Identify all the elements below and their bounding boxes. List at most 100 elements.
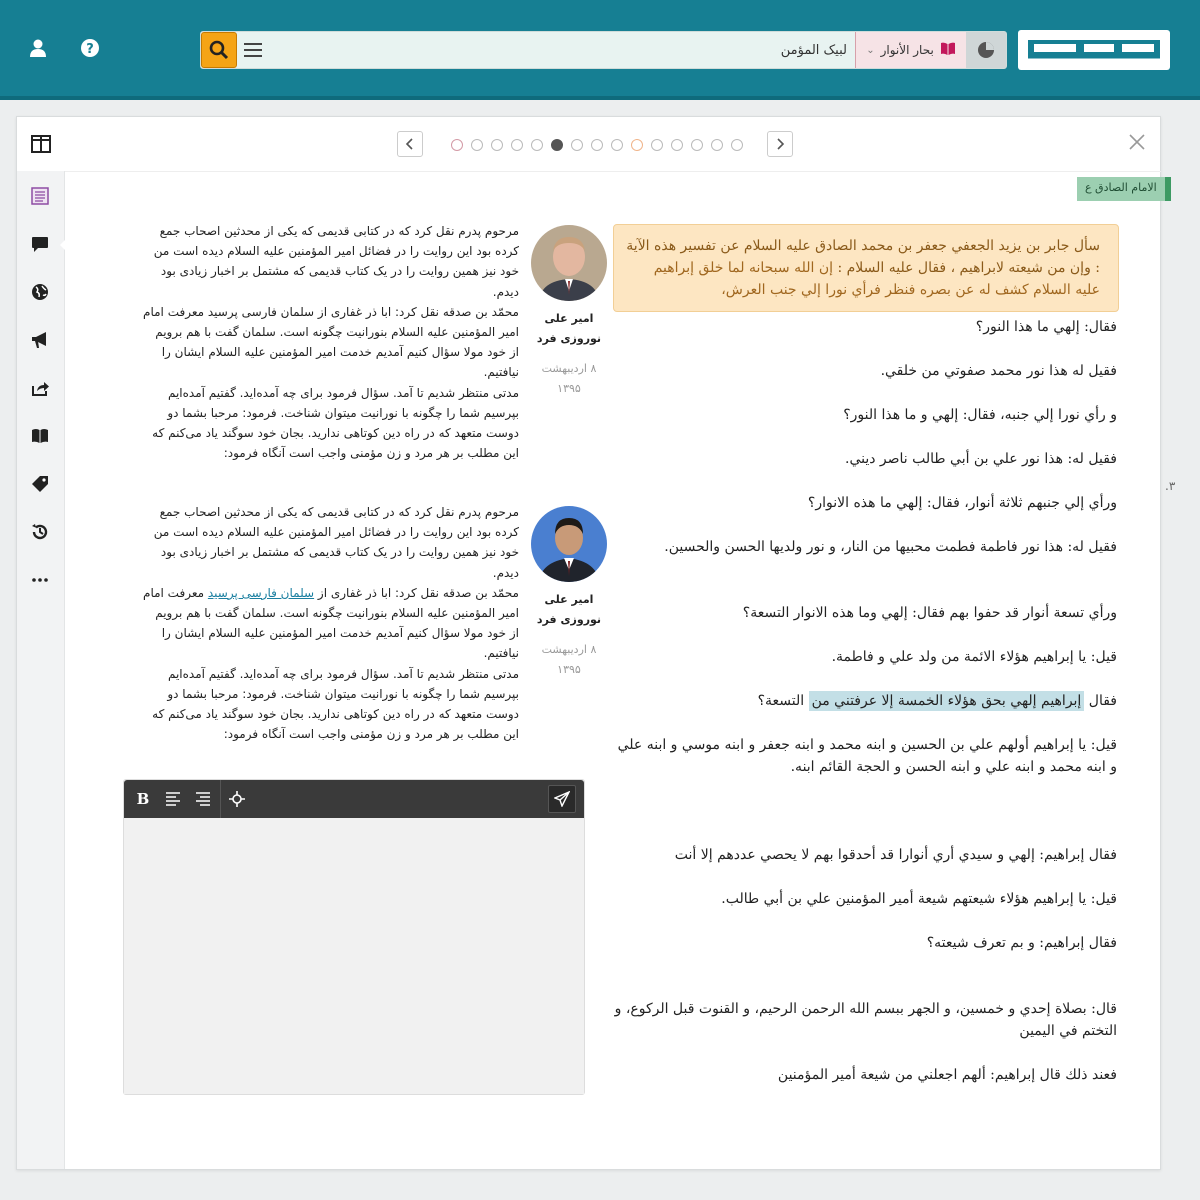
page-dot[interactable] <box>651 139 663 151</box>
tag-icon[interactable] <box>29 473 51 495</box>
page-dot[interactable] <box>711 139 723 151</box>
comment-paragraph: مدتی منتظر شدیم تا آمد. سؤال فرمود برای … <box>152 666 519 742</box>
hadith-line: قيل: يا إبراهيم هؤلاء الائمة من ولد علي … <box>831 649 1117 665</box>
align-right-icon <box>196 792 210 806</box>
hadith-line-start: فقال <box>1084 693 1117 709</box>
megaphone-icon[interactable] <box>29 329 51 351</box>
history-icon[interactable] <box>29 521 51 543</box>
comment-input[interactable] <box>124 818 584 1094</box>
hadith-line: فقيل له: هذا نور علي بن أبي طالب ناصر دي… <box>845 451 1117 467</box>
hadith-line: فقيل له: هذا نور فاطمة فطمت محبيها من ال… <box>664 539 1117 555</box>
hadith-line: ورأي تسعة أنوار قد حفوا بهم فقال: إلهي و… <box>742 605 1117 621</box>
comment-paragraph: مرحوم پدرم نقل کرد که در کتابی قدیمی که … <box>153 224 519 299</box>
comment: امیر علی نوروزی فرد ۸ اردیبهشت ۱۳۹۵ مرحو… <box>123 224 607 475</box>
highlighted-text[interactable]: إبراهيم إلهي بحق هؤلاء الخمسة إلا عرفتني… <box>808 691 1085 711</box>
chevron-right-icon <box>777 138 785 150</box>
hadith-line: فعند ذلك قال إبراهيم: ألهم اجعلني من شيع… <box>777 1067 1117 1083</box>
close-button[interactable] <box>1128 133 1148 153</box>
book-select-label: بحار الأنوار <box>880 43 934 57</box>
comment-date: ۸ اردیبهشت ۱۳۹۵ <box>541 362 597 395</box>
globe-icon[interactable] <box>29 281 51 303</box>
comment-text: محمّد بن صدقه نقل کرد: ابا ذر غفاری از <box>314 585 519 600</box>
page-dot[interactable] <box>731 139 743 151</box>
page-dot[interactable] <box>491 139 503 151</box>
pager <box>397 131 797 159</box>
comment-editor: B <box>123 779 585 1095</box>
sidebar <box>17 117 67 1169</box>
send-icon <box>554 791 570 807</box>
comment-author[interactable]: امیر علی نوروزی فرد <box>531 309 607 349</box>
comment-date: ۸ اردیبهشت ۱۳۹۵ <box>541 643 597 676</box>
page-dot[interactable] <box>691 139 703 151</box>
editor-toolbar: B <box>124 780 584 818</box>
align-right-button[interactable] <box>192 788 214 810</box>
hadith-line: ورأي إلي جنبهم ثلاثة أنوار، فقال: إلهي م… <box>807 495 1117 511</box>
page-dot[interactable] <box>451 139 463 151</box>
site-logo[interactable] <box>1018 30 1170 70</box>
book-select[interactable]: بحار الأنوار ⌄ <box>855 32 967 68</box>
content-panel: الامام الصادق ع سأل جابر بن يزيد الجعفي … <box>16 116 1175 1170</box>
hadith-intro: سأل جابر بن يزيد الجعفي جعفر بن محمد الص… <box>613 224 1119 312</box>
page-dot[interactable] <box>511 139 523 151</box>
comment-body: مرحوم پدرم نقل کرد که در کتابی قدیمی که … <box>143 221 519 463</box>
send-button[interactable] <box>548 785 576 813</box>
svg-text:?: ? <box>86 42 94 57</box>
layout-toggle-button[interactable] <box>17 117 65 171</box>
book-open-icon[interactable] <box>29 425 51 447</box>
insert-ref-button[interactable] <box>226 788 248 810</box>
narrator-tag[interactable]: الامام الصادق ع <box>1077 177 1171 201</box>
page-dot[interactable] <box>471 139 483 151</box>
toolbar-separator <box>220 780 221 818</box>
divider <box>65 171 1161 172</box>
menu-icon <box>244 43 262 57</box>
sidebar-active-pointer <box>60 238 67 252</box>
close-icon <box>1129 134 1145 150</box>
hadith-line-highlighted: فقال إبراهيم إلهي بحق هؤلاء الخمسة إلا ع… <box>613 690 1119 712</box>
hadith-line: قيل: يا إبراهيم أولهم علي بن الحسين و اب… <box>617 737 1117 775</box>
search-bar: بحار الأنوار ⌄ <box>200 31 1007 69</box>
comment-icon[interactable] <box>29 233 51 255</box>
chevron-left-icon <box>405 138 413 150</box>
user-icon[interactable] <box>28 38 50 60</box>
stats-button[interactable] <box>966 32 1006 68</box>
chevron-down-icon: ⌄ <box>866 44 875 56</box>
comment-link[interactable]: سلمان فارسی پرسید <box>208 586 314 600</box>
comment-paragraph: مرحوم پدرم نقل کرد که در کتابی قدیمی که … <box>153 505 519 580</box>
hadith-number: ۳. <box>1165 479 1176 493</box>
book-icon <box>940 42 956 59</box>
hadith-line: و رأي نورا إلي جنبه، فقال: إلهي و ما هذا… <box>843 407 1117 423</box>
hadith-line: قيل: يا إبراهيم هؤلاء شيعتهم شيعة أمير ا… <box>721 891 1117 907</box>
bold-button[interactable]: B <box>132 788 154 810</box>
more-icon[interactable] <box>29 569 51 591</box>
hadith-line: فقال إبراهيم: و بم تعرف شيعته؟ <box>926 935 1117 951</box>
crosshair-icon <box>229 791 245 807</box>
layout-toggle-icon <box>31 135 51 153</box>
comment-text: محمّد بن صدقه نقل کرد: ابا ذر غفاری از س… <box>143 304 519 380</box>
page-dot[interactable] <box>591 139 603 151</box>
list-icon[interactable] <box>29 185 51 207</box>
page-dot[interactable] <box>611 139 623 151</box>
comment: امیر علی نوروزی فرد ۸ اردیبهشت ۱۳۹۵ مرحو… <box>123 505 607 756</box>
page-dot[interactable] <box>571 139 583 151</box>
next-page-button[interactable] <box>767 131 793 157</box>
share-icon[interactable] <box>29 377 51 399</box>
hadith-line-end: التسعة؟ <box>757 693 809 709</box>
comment-paragraph: مدتی منتظر شدیم تا آمد. سؤال فرمود برای … <box>152 385 519 461</box>
page-dot[interactable] <box>631 139 643 151</box>
avatar[interactable] <box>531 225 607 301</box>
comment-author[interactable]: امیر علی نوروزی فرد <box>531 590 607 630</box>
page-dot[interactable] <box>551 139 563 151</box>
pie-chart-icon <box>978 42 994 58</box>
page-dot[interactable] <box>531 139 543 151</box>
page-dot[interactable] <box>671 139 683 151</box>
align-left-icon <box>166 792 180 806</box>
search-button[interactable] <box>201 32 237 68</box>
prev-page-button[interactable] <box>397 131 423 157</box>
hadith-line: فقيل له هذا نور محمد صفوتي من خلقي. <box>880 363 1117 379</box>
align-left-button[interactable] <box>162 788 184 810</box>
search-input[interactable] <box>271 37 851 63</box>
avatar[interactable] <box>531 506 607 582</box>
hadith-line: قال: بصلاة إحدي و خمسين، و الجهر ببسم ال… <box>614 1001 1117 1039</box>
menu-button[interactable] <box>242 40 264 60</box>
help-icon[interactable]: ? <box>80 38 102 60</box>
